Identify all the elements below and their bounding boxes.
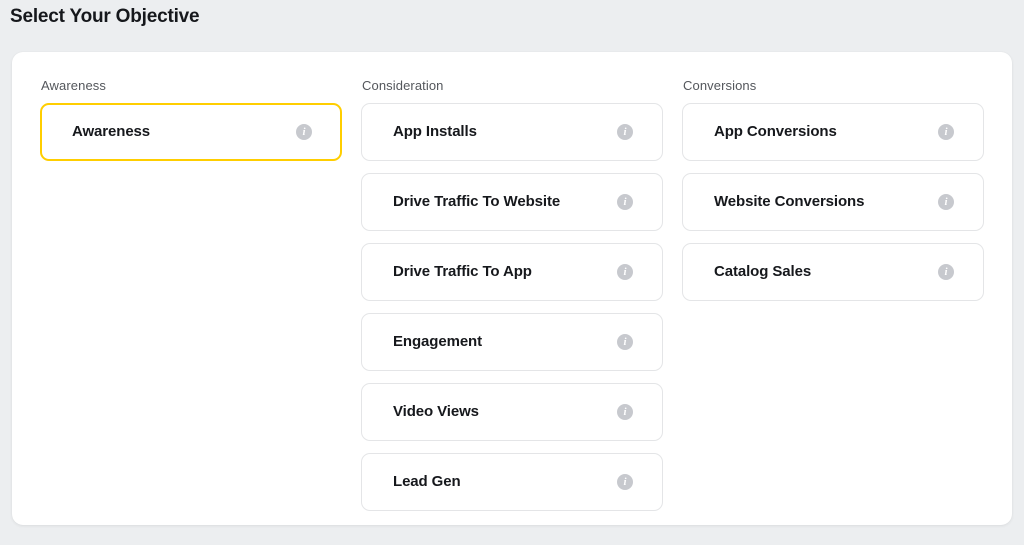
page-title: Select Your Objective bbox=[10, 6, 200, 27]
objective-columns: Awareness Awareness i Consideration App … bbox=[40, 78, 984, 523]
info-icon-glyph: i bbox=[944, 265, 948, 278]
objective-card-app-installs[interactable]: App Installs i bbox=[361, 103, 663, 161]
column-header-consideration: Consideration bbox=[362, 78, 444, 93]
objective-column-conversions: Conversions App Conversions i Website Co… bbox=[682, 78, 984, 523]
info-icon-glyph: i bbox=[623, 335, 627, 348]
info-icon[interactable]: i bbox=[938, 264, 954, 280]
objective-column-awareness: Awareness Awareness i bbox=[40, 78, 342, 523]
info-icon[interactable]: i bbox=[938, 194, 954, 210]
objective-card-drive-traffic-to-website[interactable]: Drive Traffic To Website i bbox=[361, 173, 663, 231]
objective-card-website-conversions[interactable]: Website Conversions i bbox=[682, 173, 984, 231]
objective-card-awareness[interactable]: Awareness i bbox=[40, 103, 342, 161]
objective-card-lead-gen[interactable]: Lead Gen i bbox=[361, 453, 663, 511]
info-icon[interactable]: i bbox=[938, 124, 954, 140]
column-header-awareness: Awareness bbox=[41, 78, 106, 93]
info-icon[interactable]: i bbox=[617, 264, 633, 280]
info-icon[interactable]: i bbox=[617, 474, 633, 490]
objective-selection-panel: Awareness Awareness i Consideration App … bbox=[12, 52, 1012, 525]
column-header-conversions: Conversions bbox=[683, 78, 757, 93]
info-icon-glyph: i bbox=[302, 125, 306, 138]
info-icon-glyph: i bbox=[623, 195, 627, 208]
info-icon[interactable]: i bbox=[296, 124, 312, 140]
info-icon-glyph: i bbox=[944, 125, 948, 138]
info-icon[interactable]: i bbox=[617, 334, 633, 350]
objective-card-app-conversions[interactable]: App Conversions i bbox=[682, 103, 984, 161]
objective-card-catalog-sales[interactable]: Catalog Sales i bbox=[682, 243, 984, 301]
objective-card-engagement[interactable]: Engagement i bbox=[361, 313, 663, 371]
objective-column-consideration: Consideration App Installs i Drive Traff… bbox=[361, 78, 663, 523]
objective-card-video-views[interactable]: Video Views i bbox=[361, 383, 663, 441]
info-icon-glyph: i bbox=[623, 475, 627, 488]
info-icon-glyph: i bbox=[944, 195, 948, 208]
objective-card-drive-traffic-to-app[interactable]: Drive Traffic To App i bbox=[361, 243, 663, 301]
info-icon-glyph: i bbox=[623, 405, 627, 418]
info-icon[interactable]: i bbox=[617, 194, 633, 210]
info-icon[interactable]: i bbox=[617, 404, 633, 420]
info-icon-glyph: i bbox=[623, 125, 627, 138]
info-icon[interactable]: i bbox=[617, 124, 633, 140]
info-icon-glyph: i bbox=[623, 265, 627, 278]
